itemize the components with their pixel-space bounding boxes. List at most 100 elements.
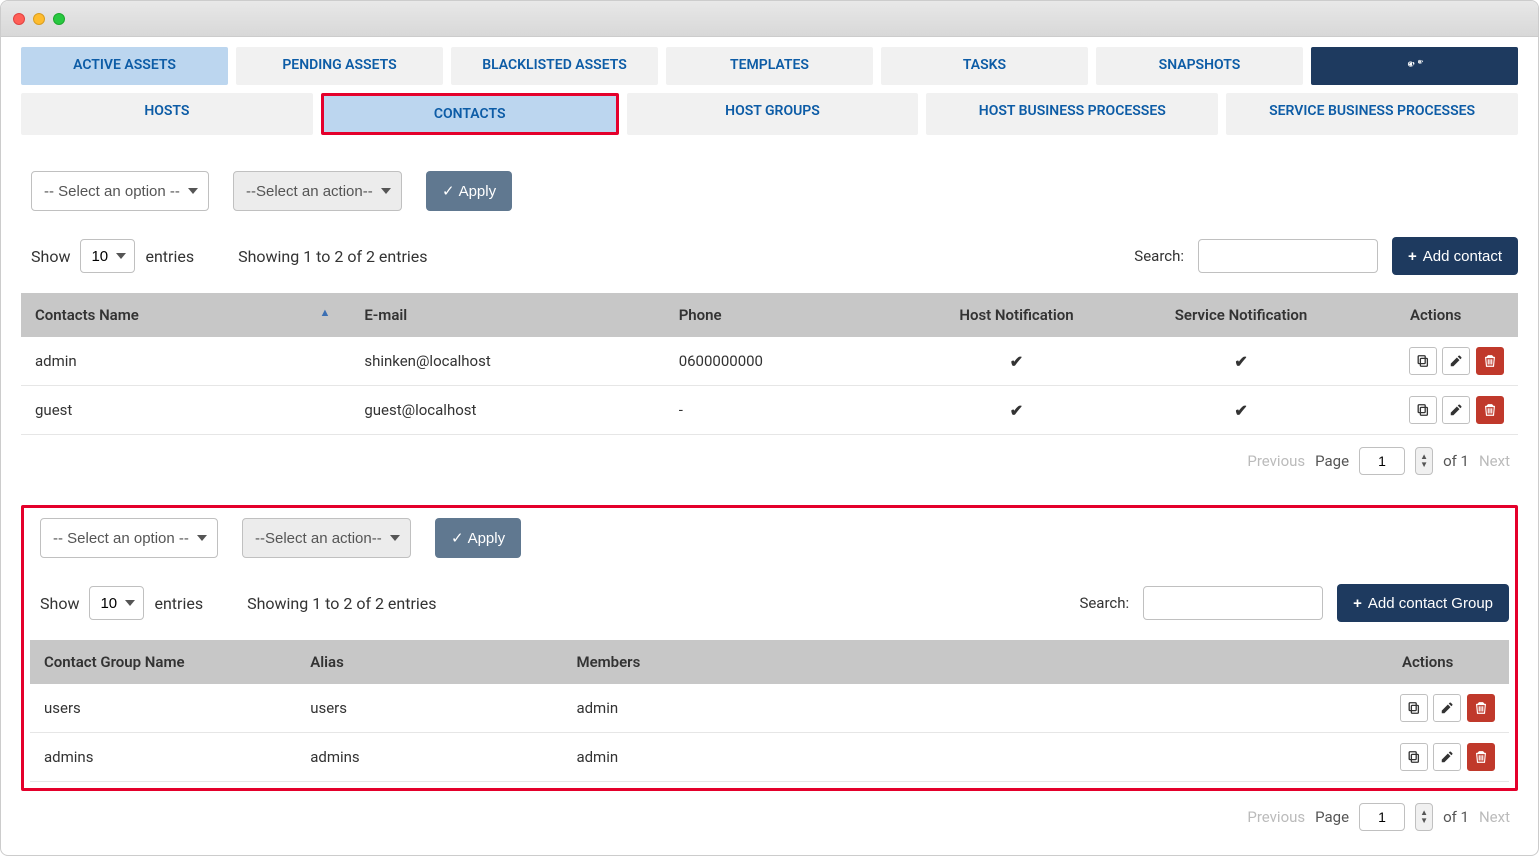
contacts-tbody: admin shinken@localhost 0600000000 ✔ ✔ g… — [21, 337, 1518, 435]
delete-button[interactable] — [1476, 347, 1504, 375]
contacts-apply-button[interactable]: ✓Apply — [426, 171, 512, 211]
col-host-notification[interactable]: Host Notification — [904, 294, 1129, 337]
copy-button[interactable] — [1409, 396, 1437, 424]
cell-email: guest@localhost — [350, 386, 664, 435]
cell-alias: admins — [296, 733, 562, 782]
add-contact-button[interactable]: +Add contact — [1392, 237, 1518, 275]
contacts-showing-text: Showing 1 to 2 of 2 entries — [238, 247, 427, 266]
delete-button[interactable] — [1467, 743, 1495, 771]
pager-page-input[interactable] — [1359, 447, 1405, 475]
table-row: admins admins admin — [30, 733, 1509, 782]
cell-alias: users — [296, 684, 562, 733]
contacts-search-input[interactable] — [1198, 239, 1378, 273]
groups-search-label: Search: — [1079, 594, 1129, 612]
delete-button[interactable] — [1476, 396, 1504, 424]
copy-button[interactable] — [1400, 743, 1428, 771]
copy-button[interactable] — [1400, 694, 1428, 722]
pager-previous[interactable]: Previous — [1247, 452, 1305, 470]
trash-icon — [1483, 354, 1497, 368]
copy-button[interactable] — [1409, 347, 1437, 375]
subtab-host-business-processes[interactable]: HOST BUSINESS PROCESSES — [926, 93, 1218, 135]
edit-button[interactable] — [1433, 694, 1461, 722]
col-service-notification[interactable]: Service Notification — [1129, 294, 1354, 337]
groups-pagesize-select[interactable]: 10 — [89, 586, 144, 620]
pager-page-input[interactable] — [1359, 803, 1405, 831]
contacts-table: Contacts Name▲ E-mail Phone Host Notific… — [21, 293, 1518, 435]
contacts-controls: -- Select an option -- --Select an actio… — [21, 171, 1518, 211]
pager-spinner[interactable]: ▲▼ — [1415, 447, 1433, 475]
copy-icon — [1416, 354, 1430, 368]
tab-pending-assets[interactable]: PENDING ASSETS — [236, 47, 443, 85]
col-actions: Actions — [1346, 641, 1509, 684]
edit-button[interactable] — [1433, 743, 1461, 771]
show-label: Show — [40, 594, 79, 613]
minimize-icon[interactable] — [33, 13, 45, 25]
plus-icon: + — [1353, 595, 1362, 612]
contacts-info-row: Show 10 entries Showing 1 to 2 of 2 entr… — [21, 237, 1518, 275]
tab-blacklisted-assets[interactable]: BLACKLISTED ASSETS — [451, 47, 658, 85]
edit-button[interactable] — [1442, 396, 1470, 424]
cell-phone: 0600000000 — [665, 337, 905, 386]
subtab-hosts[interactable]: HOSTS — [21, 93, 313, 135]
col-actions: Actions — [1353, 294, 1518, 337]
col-contacts-name[interactable]: Contacts Name▲ — [21, 294, 350, 337]
show-label: Show — [31, 247, 70, 266]
cell-email: shinken@localhost — [350, 337, 664, 386]
col-phone[interactable]: Phone — [665, 294, 905, 337]
entries-label: entries — [154, 594, 203, 613]
contacts-show-entries: Show 10 entries — [31, 239, 194, 273]
groups-showing-text: Showing 1 to 2 of 2 entries — [247, 594, 436, 613]
check-icon: ✓ — [451, 529, 464, 547]
contacts-option-select[interactable]: -- Select an option -- — [31, 171, 209, 211]
tab-settings[interactable] — [1311, 47, 1518, 85]
tab-templates[interactable]: TEMPLATES — [666, 47, 873, 85]
tab-active-assets[interactable]: ACTIVE ASSETS — [21, 47, 228, 85]
copy-icon — [1407, 750, 1421, 764]
col-email[interactable]: E-mail — [350, 294, 664, 337]
subtab-host-groups[interactable]: HOST GROUPS — [627, 93, 919, 135]
tab-snapshots[interactable]: SNAPSHOTS — [1096, 47, 1303, 85]
contacts-search-label: Search: — [1134, 247, 1184, 265]
copy-icon — [1407, 701, 1421, 715]
subtab-contacts[interactable]: CONTACTS — [321, 93, 619, 135]
check-icon: ✔ — [1234, 401, 1247, 420]
chevron-down-icon: ▼ — [1420, 817, 1428, 825]
chevron-down-icon: ▼ — [1420, 461, 1428, 469]
pager-previous[interactable]: Previous — [1247, 808, 1305, 826]
groups-option-select[interactable]: -- Select an option -- — [40, 518, 218, 558]
edit-button[interactable] — [1442, 347, 1470, 375]
subtab-service-business-processes[interactable]: SERVICE BUSINESS PROCESSES — [1226, 93, 1518, 135]
col-group-name[interactable]: Contact Group Name — [30, 641, 296, 684]
groups-pager: Previous Page ▲▼ of 1 Next — [21, 791, 1518, 835]
table-row: users users admin — [30, 684, 1509, 733]
cell-name: admins — [30, 733, 296, 782]
delete-button[interactable] — [1467, 694, 1495, 722]
add-contact-group-button[interactable]: +Add contact Group — [1337, 584, 1509, 622]
pager-next[interactable]: Next — [1479, 808, 1510, 826]
col-members[interactable]: Members — [562, 641, 1346, 684]
groups-search-input[interactable] — [1143, 586, 1323, 620]
pager-next[interactable]: Next — [1479, 452, 1510, 470]
titlebar — [1, 1, 1538, 37]
pager-page-label: Page — [1315, 452, 1349, 470]
entries-label: entries — [145, 247, 194, 266]
close-icon[interactable] — [13, 13, 25, 25]
col-alias[interactable]: Alias — [296, 641, 562, 684]
pager-spinner[interactable]: ▲▼ — [1415, 803, 1433, 831]
contacts-pagesize-select[interactable]: 10 — [80, 239, 135, 273]
cell-name: guest — [21, 386, 350, 435]
gears-icon — [1406, 57, 1424, 71]
groups-action-select[interactable]: --Select an action-- — [242, 518, 411, 558]
cell-name: users — [30, 684, 296, 733]
contact-groups-table: Contact Group Name Alias Members Actions… — [30, 640, 1509, 782]
zoom-icon[interactable] — [53, 13, 65, 25]
app-window: ACTIVE ASSETS PENDING ASSETS BLACKLISTED… — [0, 0, 1539, 856]
pencil-icon — [1440, 750, 1454, 764]
content: ACTIVE ASSETS PENDING ASSETS BLACKLISTED… — [1, 37, 1538, 855]
check-icon: ✔ — [1010, 401, 1023, 420]
add-contact-label: Add contact — [1423, 248, 1502, 265]
contacts-action-select[interactable]: --Select an action-- — [233, 171, 402, 211]
groups-apply-button[interactable]: ✓Apply — [435, 518, 521, 558]
cell-members: admin — [562, 733, 1346, 782]
tab-tasks[interactable]: TASKS — [881, 47, 1088, 85]
